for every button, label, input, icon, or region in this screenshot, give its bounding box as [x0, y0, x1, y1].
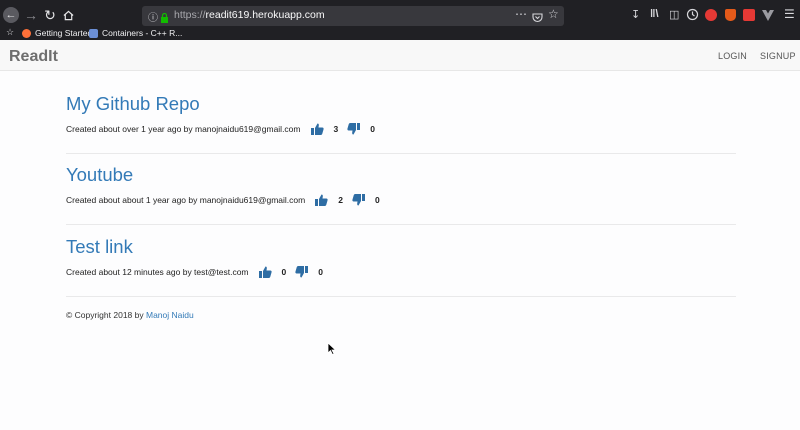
thumbs-down-icon[interactable] — [295, 266, 309, 278]
upvote-count: 3 — [333, 124, 339, 134]
post-meta-text: Created about about 1 year ago by manojn… — [66, 195, 306, 205]
page-actions-icon[interactable]: ⋯ — [515, 7, 527, 21]
downvote-count: 0 — [374, 195, 380, 205]
post-meta-text: Created about 12 minutes ago by test@tes… — [66, 267, 249, 277]
post-item: My Github Repo Created about over 1 year… — [66, 93, 736, 135]
url-text[interactable]: https://readit619.herokuapp.com — [174, 9, 325, 21]
footer-copyright: © Copyright 2018 by — [66, 310, 144, 320]
library-icon[interactable]: ‖\ — [650, 8, 659, 20]
downvote-count: 0 — [318, 267, 323, 277]
downvote-count: 0 — [370, 124, 375, 134]
upvote-count: 0 — [281, 267, 287, 277]
history-icon[interactable] — [686, 8, 699, 26]
footer: © Copyright 2018 by Manoj Naidu — [66, 310, 194, 320]
thumbs-up-icon[interactable] — [315, 194, 328, 206]
post-title-link[interactable]: My Github Repo — [66, 93, 736, 115]
bookmark-star-icon[interactable]: ☆ — [548, 7, 559, 21]
bookmark-getting-started[interactable]: Getting Started — [22, 28, 92, 38]
post-item: Test link Created about 12 minutes ago b… — [66, 236, 736, 278]
pdf-icon[interactable] — [743, 9, 755, 21]
upvote-count: 2 — [338, 195, 343, 205]
brand-logo[interactable]: ReadIt — [9, 48, 58, 66]
thumbs-down-icon[interactable] — [347, 123, 361, 135]
vue-devtools-icon[interactable] — [762, 8, 774, 26]
thumbs-up-icon[interactable] — [310, 123, 324, 135]
bookmarks-bar: ☆ Getting Started Containers - C++ R... — [0, 26, 800, 40]
home-icon[interactable] — [59, 6, 77, 24]
post-title-link[interactable]: Youtube — [66, 164, 736, 186]
divider — [66, 224, 736, 225]
login-link[interactable]: LOGIN — [718, 51, 747, 61]
forward-arrow-icon[interactable]: → — [22, 6, 40, 24]
bookmark-containers[interactable]: Containers - C++ R... — [89, 28, 182, 38]
app-navbar: ReadIt LOGIN SIGNUP — [0, 40, 800, 71]
post-item: Youtube Created about about 1 year ago b… — [66, 164, 736, 206]
thumbs-up-icon[interactable] — [258, 266, 272, 278]
footer-author-link[interactable]: Manoj Naidu — [146, 310, 194, 320]
adblock-icon[interactable] — [705, 9, 717, 21]
url-bar[interactable]: ⓘ https://readit619.herokuapp.com ⋯ ☆ — [142, 6, 564, 26]
divider — [66, 296, 736, 297]
post-meta: Created about about 1 year ago by manojn… — [66, 194, 380, 206]
sidebar-icon[interactable]: ◫ — [669, 8, 679, 21]
post-title-link[interactable]: Test link — [66, 236, 736, 258]
post-meta: Created about 12 minutes ago by test@tes… — [66, 266, 323, 278]
info-icon[interactable]: ⓘ — [148, 9, 158, 24]
thumbs-down-icon[interactable] — [352, 194, 365, 206]
post-meta-text: Created about over 1 year ago by manojna… — [66, 124, 301, 134]
downloads-icon[interactable]: ↧ — [631, 8, 640, 21]
back-arrow-icon[interactable]: ← — [3, 7, 19, 23]
reload-icon[interactable]: ↻ — [41, 6, 59, 24]
post-meta: Created about over 1 year ago by manojna… — [66, 123, 375, 135]
cpp-reference-icon — [89, 28, 98, 38]
firefox-icon — [22, 28, 31, 38]
divider — [66, 153, 736, 154]
mouse-cursor-icon — [327, 342, 337, 360]
hamburger-menu-icon[interactable]: ☰ — [784, 7, 795, 21]
signup-link[interactable]: SIGNUP — [760, 51, 796, 61]
brave-shield-icon[interactable] — [725, 9, 736, 21]
bookmarks-menu-icon[interactable]: ☆ — [6, 27, 14, 38]
